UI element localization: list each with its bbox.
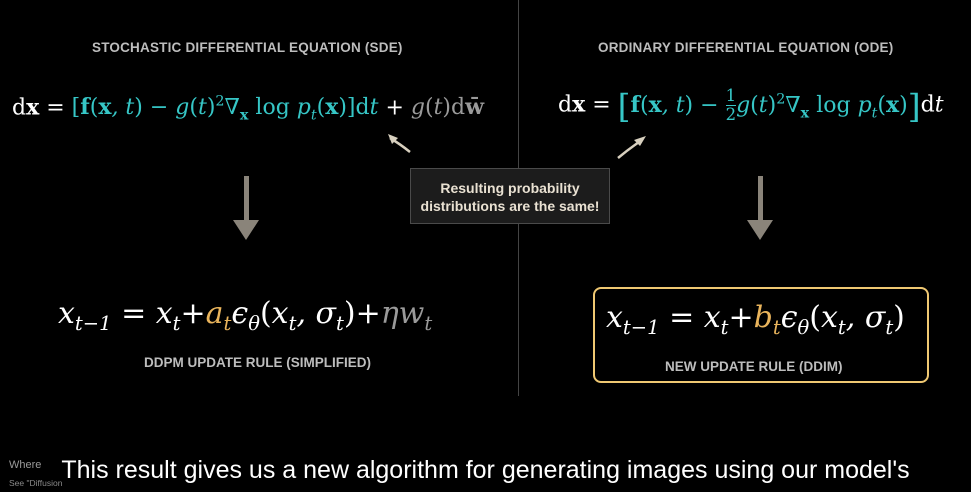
right-down-arrow-shaft — [758, 176, 763, 222]
ode-title: ORDINARY DIFFERENTIAL EQUATION (ODE) — [598, 40, 894, 55]
subtitle-caption: This result gives us a new algorithm for… — [61, 456, 910, 484]
right-down-arrow-head — [747, 220, 773, 240]
ddpm-update-equation: xt−1 = xt+atϵθ(xt, σt)+ηwt — [58, 296, 433, 335]
ddpm-rule-label: DDPM UPDATE RULE (SIMPLIFIED) — [144, 355, 371, 370]
callout-line-2: distributions are the same! — [420, 198, 600, 214]
ddim-rule-label: NEW UPDATE RULE (DDIM) — [665, 359, 843, 374]
callout-line-1: Resulting probability — [440, 180, 580, 196]
sde-title: STOCHASTIC DIFFERENTIAL EQUATION (SDE) — [92, 40, 403, 55]
callout-box: Resulting probability distributions are … — [410, 168, 610, 224]
ddim-update-equation: xt−1 = xt+btϵθ(xt, σt) — [606, 300, 905, 339]
sde-equation: dx = [f(x, t) − g(t)2∇x log pt(x)]dt + g… — [12, 94, 485, 124]
left-down-arrow-shaft — [244, 176, 249, 222]
ode-equation: dx = [f(x, t) − 1 2 g(t)2∇x log pt(x)]dt — [558, 85, 944, 125]
left-down-arrow-head — [233, 220, 259, 240]
